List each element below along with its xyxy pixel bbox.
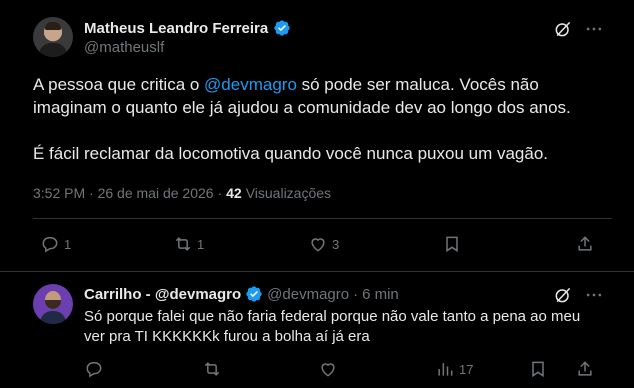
repost-icon — [204, 362, 220, 376]
reply-tweet[interactable]: Carrilho - @devmagro @devmagro · 6 min S… — [0, 271, 634, 388]
divider — [33, 218, 612, 219]
reply-icon — [86, 362, 102, 378]
views-count: 42 — [226, 185, 242, 201]
views-label: Visualizações — [245, 185, 332, 201]
tweet-timestamp[interactable]: 3:52 PM · 26 de mai de 2026 · — [33, 185, 222, 201]
reply-author-name[interactable]: Carrilho - @devmagro — [84, 286, 241, 303]
share-button[interactable] — [575, 233, 595, 255]
tweet-text: A pessoa que critica o @devmagro só pode… — [33, 73, 603, 165]
repost-count: 1 — [197, 236, 205, 252]
tweet-text-paragraph-2: É fácil reclamar da locomotiva quando vo… — [33, 144, 549, 163]
verified-badge-icon[interactable] — [273, 19, 291, 37]
share-icon — [578, 236, 592, 251]
reply-author-avatar[interactable] — [33, 284, 73, 324]
tweet-text-part1: A pessoa que critica o — [33, 75, 205, 94]
verified-badge-icon[interactable] — [245, 285, 263, 303]
main-tweet: Matheus Leandro Ferreira @matheuslf A pe… — [0, 0, 634, 271]
repost-icon — [175, 237, 191, 251]
like-icon — [311, 238, 325, 252]
grok-icon[interactable] — [553, 19, 573, 39]
reply-reply-button[interactable] — [84, 358, 104, 380]
author-name-row: Matheus Leandro Ferreira — [84, 18, 291, 38]
mention-link[interactable]: @devmagro — [204, 75, 297, 94]
grok-icon[interactable] — [553, 285, 573, 305]
reply-text: Só porque falei que não faria federal po… — [84, 308, 581, 345]
bookmark-icon — [446, 236, 458, 253]
share-icon — [578, 361, 592, 376]
more-icon[interactable] — [584, 285, 604, 305]
author-avatar[interactable] — [33, 17, 73, 57]
avatar-shirt — [39, 43, 67, 57]
reply-views-button[interactable]: 17 — [435, 358, 473, 380]
author-handle[interactable]: @matheuslf — [84, 39, 164, 56]
like-icon — [321, 363, 335, 377]
reply-separator: · — [353, 285, 359, 303]
avatar-body — [40, 311, 66, 324]
reply-bookmark-button[interactable] — [528, 358, 548, 380]
reply-share-button[interactable] — [575, 358, 595, 380]
reply-time[interactable]: 6 min — [362, 286, 399, 303]
tweet-meta: 3:52 PM · 26 de mai de 2026 · 42 Visuali… — [33, 184, 331, 202]
more-icon[interactable] — [584, 19, 604, 39]
like-count: 3 — [332, 236, 340, 252]
avatar-beard — [45, 300, 61, 309]
bookmark-button[interactable] — [442, 233, 462, 255]
reply-button[interactable]: 1 — [40, 233, 71, 255]
reply-repost-button[interactable] — [202, 358, 222, 380]
reply-count: 1 — [64, 236, 72, 252]
reply-icon — [42, 237, 58, 253]
reply-author-handle[interactable]: @devmagro — [267, 286, 349, 303]
repost-button[interactable]: 1 — [173, 233, 204, 255]
reply-like-button[interactable] — [318, 358, 338, 380]
reply-header: Carrilho - @devmagro @devmagro · 6 min — [84, 284, 399, 304]
like-button[interactable]: 3 — [308, 233, 339, 255]
avatar-hair — [45, 22, 61, 30]
author-name[interactable]: Matheus Leandro Ferreira — [84, 20, 268, 37]
reply-views-count: 17 — [459, 361, 474, 377]
views-icon — [438, 363, 453, 376]
bookmark-icon — [532, 361, 544, 378]
